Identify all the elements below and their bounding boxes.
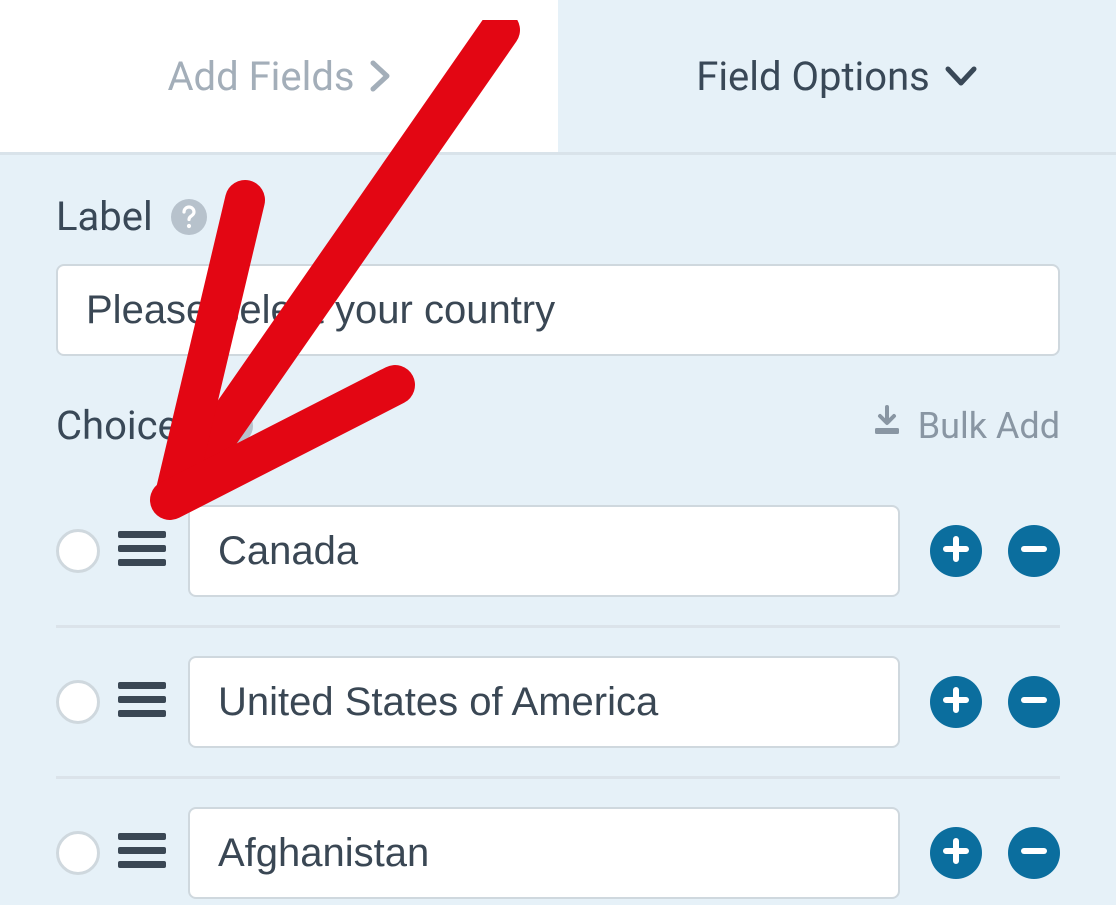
plus-icon (941, 685, 971, 719)
help-icon[interactable] (171, 199, 207, 235)
minus-icon (1019, 836, 1049, 870)
choices-header: Choices Bulk Add (56, 402, 1060, 449)
minus-icon (1019, 685, 1049, 719)
add-choice-button[interactable] (930, 676, 982, 728)
download-icon (870, 404, 918, 447)
drag-handle-icon[interactable] (118, 831, 166, 875)
choice-actions (930, 525, 1060, 577)
choice-actions (930, 676, 1060, 728)
plus-icon (941, 836, 971, 870)
help-icon[interactable] (217, 408, 253, 444)
plus-icon (941, 534, 971, 568)
tab-add-fields-label: Add Fields (167, 53, 354, 100)
add-choice-button[interactable] (930, 525, 982, 577)
default-choice-radio[interactable] (56, 831, 100, 875)
remove-choice-button[interactable] (1008, 525, 1060, 577)
drag-handle-icon[interactable] (118, 680, 166, 724)
tab-field-options-label: Field Options (696, 53, 930, 100)
default-choice-radio[interactable] (56, 680, 100, 724)
choice-input[interactable] (188, 505, 900, 597)
choice-row (56, 779, 1060, 905)
remove-choice-button[interactable] (1008, 676, 1060, 728)
choice-input[interactable] (188, 656, 900, 748)
tab-add-fields[interactable]: Add Fields (0, 0, 558, 152)
label-title: Label (56, 193, 153, 240)
choice-input[interactable] (188, 807, 900, 899)
tabs-bar: Add Fields Field Options (0, 0, 1116, 155)
bulk-add-button[interactable]: Bulk Add (870, 404, 1060, 447)
remove-choice-button[interactable] (1008, 827, 1060, 879)
label-input[interactable] (56, 264, 1060, 356)
field-options-panel: Label Choices (0, 155, 1116, 905)
choice-row (56, 477, 1060, 628)
drag-handle-icon[interactable] (118, 529, 166, 573)
minus-icon (1019, 534, 1049, 568)
default-choice-radio[interactable] (56, 529, 100, 573)
bulk-add-label: Bulk Add (918, 405, 1060, 447)
chevron-right-icon (369, 59, 391, 93)
choice-actions (930, 827, 1060, 879)
tab-field-options[interactable]: Field Options (558, 0, 1116, 152)
choices-section: Choices Bulk Add (56, 402, 1060, 905)
choice-row (56, 628, 1060, 779)
choices-title: Choices (56, 402, 199, 449)
label-header: Label (56, 193, 1060, 240)
chevron-down-icon (944, 65, 978, 87)
add-choice-button[interactable] (930, 827, 982, 879)
